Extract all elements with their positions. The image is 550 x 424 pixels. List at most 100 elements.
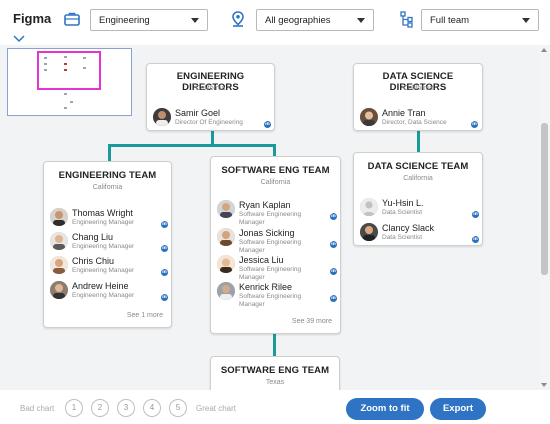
- card-location: California: [260, 179, 291, 186]
- connector-line: [108, 144, 111, 161]
- org-card-data-science-directors[interactable]: DATA SCIENCE DIRECTORS California Annie …: [353, 63, 483, 131]
- person-role: Software Engineering Manager: [239, 239, 302, 254]
- person-role: Engineering Manager: [72, 267, 135, 274]
- avatar-icon: [217, 200, 235, 218]
- rating-button-3[interactable]: 3: [117, 399, 135, 417]
- rating-button-4[interactable]: 4: [143, 399, 161, 417]
- linkedin-icon[interactable]: in: [330, 213, 337, 220]
- avatar-icon: [360, 108, 378, 126]
- person-row[interactable]: Samir Goel Director Of Engineering in: [153, 108, 271, 132]
- linkedin-icon[interactable]: in: [472, 211, 479, 218]
- top-toolbar: Figma Engineering All geographies Full t…: [0, 0, 550, 43]
- linkedin-icon[interactable]: in: [161, 294, 168, 301]
- person-role: Director Of Engineering: [175, 119, 243, 126]
- person-name: Jonas Sicking: [239, 228, 295, 238]
- see-more-link[interactable]: See 1 more: [127, 312, 163, 319]
- linkedin-icon[interactable]: in: [472, 236, 479, 243]
- minimap-viewport[interactable]: [37, 51, 101, 90]
- linkedin-icon[interactable]: in: [161, 221, 168, 228]
- person-name: Kenrick Rilee: [239, 282, 293, 292]
- org-card-engineering-directors[interactable]: ENGINEERING DIRECTORS California Samir G…: [146, 63, 275, 131]
- org-card-data-science-team[interactable]: DATA SCIENCE TEAM California Yu-Hsin L. …: [353, 152, 483, 246]
- see-more-link[interactable]: See 39 more: [292, 318, 332, 325]
- scroll-down-arrow-icon[interactable]: [541, 383, 547, 387]
- linkedin-icon[interactable]: in: [330, 295, 337, 302]
- linkedin-icon[interactable]: in: [264, 121, 271, 128]
- avatar-icon: [153, 108, 171, 126]
- team-select[interactable]: Full team: [421, 9, 539, 31]
- connector-line: [273, 334, 276, 356]
- person-role: Software Engineering Manager: [239, 211, 302, 226]
- person-row[interactable]: Chris Chiu Engineering Manager in: [50, 256, 168, 280]
- org-chart-canvas[interactable]: ENGINEERING DIRECTORS California Samir G…: [0, 45, 539, 390]
- person-name: Andrew Heine: [72, 281, 129, 291]
- minimap-node: [70, 101, 73, 103]
- avatar-icon: [50, 232, 68, 250]
- minimap-node: [64, 107, 67, 109]
- avatar-icon: [217, 282, 235, 300]
- export-button[interactable]: Export: [430, 398, 486, 420]
- connector-line: [417, 131, 420, 152]
- scroll-up-arrow-icon[interactable]: [541, 48, 547, 52]
- geography-select[interactable]: All geographies: [256, 9, 374, 31]
- chevron-down-icon: [522, 18, 530, 23]
- org-card-engineering-team[interactable]: ENGINEERING TEAM California Thomas Wrigh…: [43, 161, 172, 328]
- card-title: DATA SCIENCE TEAM: [367, 161, 469, 172]
- person-row[interactable]: Andrew Heine Engineering Manager in: [50, 281, 168, 305]
- company-name: Figma: [13, 11, 52, 26]
- person-row[interactable]: Jonas Sicking Software Engineering Manag…: [217, 228, 337, 254]
- avatar-icon: [50, 256, 68, 274]
- bottom-toolbar: Bad chart 1 2 3 4 5 Great chart Zoom to …: [0, 390, 550, 424]
- card-location: California: [195, 85, 226, 92]
- connector-line: [273, 144, 276, 156]
- minimap[interactable]: [7, 48, 132, 116]
- avatar-icon: [50, 281, 68, 299]
- person-row[interactable]: Chang Liu Engineering Manager in: [50, 232, 168, 256]
- rating-high-label: Great chart: [196, 404, 237, 413]
- person-row[interactable]: Ryan Kaplan Software Engineering Manager…: [217, 200, 337, 226]
- org-card-software-eng-team[interactable]: SOFTWARE ENG TEAM California Ryan Kaplan…: [210, 156, 341, 334]
- connector-line: [211, 131, 214, 145]
- location-pin-icon: [232, 11, 244, 27]
- avatar-icon: [217, 255, 235, 273]
- card-location: California: [403, 175, 433, 182]
- person-name: Yu-Hsin L.: [382, 198, 424, 208]
- linkedin-icon[interactable]: in: [161, 269, 168, 276]
- department-select[interactable]: Engineering: [90, 9, 208, 31]
- card-title: SOFTWARE ENG TEAM: [220, 365, 330, 376]
- person-name: Clancy Slack: [382, 223, 435, 233]
- person-role: Software Engineering Manager: [239, 293, 302, 308]
- card-title: SOFTWARE ENG TEAM: [221, 165, 330, 176]
- person-row[interactable]: Jessica Liu Software Engineering Manager…: [217, 255, 337, 281]
- zoom-to-fit-button[interactable]: Zoom to fit: [346, 398, 424, 420]
- rating-button-1[interactable]: 1: [65, 399, 83, 417]
- person-row[interactable]: Clancy Slack Data Scientist in: [360, 223, 480, 247]
- person-row[interactable]: Thomas Wright Engineering Manager in: [50, 208, 168, 232]
- person-row[interactable]: Yu-Hsin L. Data Scientist in: [360, 198, 480, 222]
- person-role: Data Scientist: [382, 209, 423, 216]
- vertical-scrollbar[interactable]: [539, 45, 550, 390]
- chevron-down-icon[interactable]: [12, 34, 26, 44]
- team-select-value: Full team: [430, 15, 470, 26]
- linkedin-icon[interactable]: in: [471, 121, 478, 128]
- person-row[interactable]: Annie Tran Director, Data Science in: [360, 108, 478, 132]
- person-role: Software Engineering Manager: [239, 266, 302, 281]
- person-name: Jessica Liu: [239, 255, 284, 265]
- linkedin-icon[interactable]: in: [330, 241, 337, 248]
- rating-button-5[interactable]: 5: [169, 399, 187, 417]
- person-name: Samir Goel: [175, 108, 221, 118]
- person-role: Director, Data Science: [382, 119, 447, 126]
- card-location: California: [92, 184, 123, 191]
- person-name: Chang Liu: [72, 232, 114, 242]
- person-role: Engineering Manager: [72, 292, 135, 299]
- org-card-software-eng-team-texas[interactable]: SOFTWARE ENG TEAM Texas: [210, 356, 340, 390]
- scrollbar-thumb[interactable]: [541, 123, 548, 275]
- rating-button-2[interactable]: 2: [91, 399, 109, 417]
- person-row[interactable]: Kenrick Rilee Software Engineering Manag…: [217, 282, 337, 308]
- geography-select-value: All geographies: [265, 15, 331, 26]
- minimap-node: [64, 93, 67, 95]
- rating-low-label: Bad chart: [20, 404, 55, 413]
- linkedin-icon[interactable]: in: [161, 245, 168, 252]
- card-location: Texas: [265, 379, 285, 386]
- linkedin-icon[interactable]: in: [330, 268, 337, 275]
